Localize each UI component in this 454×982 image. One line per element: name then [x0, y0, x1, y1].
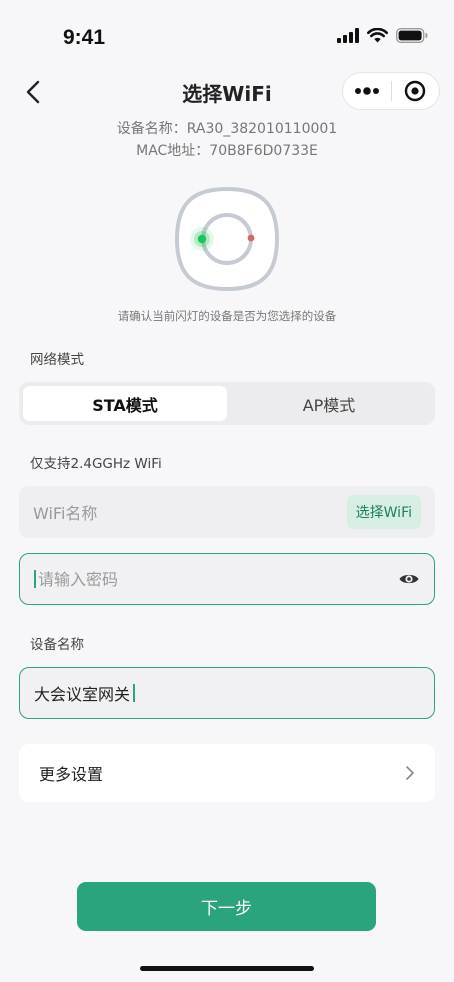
confirm-hint: 请确认当前闪灯的设备是否为您选择的设备: [117, 309, 337, 323]
device-info: 设备名称：RA30_382010110001 MAC地址：70B8F6D0733…: [0, 118, 454, 162]
network-mode-segmented-control: STA模式 AP模式: [19, 382, 435, 425]
password-field: [19, 553, 435, 605]
ap-mode-tab[interactable]: AP模式: [227, 386, 431, 421]
device-name-value: 大会议室网关: [34, 685, 131, 704]
device-illustration: [174, 186, 280, 292]
more-menu-button[interactable]: [343, 73, 391, 109]
wifi-name-field[interactable]: WiFi名称 选择WiFi: [19, 486, 435, 538]
mini-program-capsule: [342, 72, 440, 110]
text-caret: [34, 570, 36, 588]
red-led: [247, 234, 255, 242]
more-settings-label: 更多设置: [39, 765, 104, 784]
select-wifi-button[interactable]: 选择WiFi: [346, 495, 421, 529]
status-icons: [337, 28, 428, 43]
target-icon: [405, 80, 426, 102]
sta-mode-tab[interactable]: STA模式: [23, 386, 227, 421]
wifi-icon: [367, 28, 388, 43]
close-mini-program-button[interactable]: [392, 73, 440, 109]
home-indicator: [140, 966, 314, 971]
status-bar: 9:41: [0, 0, 454, 70]
eye-icon[interactable]: [398, 568, 420, 590]
more-settings-row[interactable]: 更多设置: [19, 744, 435, 802]
more-dots-icon: [354, 87, 379, 95]
battery-icon: [396, 28, 428, 43]
chevron-right-icon: [406, 766, 414, 780]
status-time: 9:41: [63, 26, 106, 49]
wifi-name-placeholder: WiFi名称: [33, 504, 98, 523]
mac-address-line: MAC地址：70B8F6D0733E: [136, 143, 318, 159]
device-name-field[interactable]: 大会议室网关: [19, 667, 435, 719]
password-input[interactable]: [38, 569, 398, 589]
nav-bar: 选择WiFi: [0, 70, 454, 114]
text-caret: [133, 684, 136, 702]
green-led: [197, 234, 207, 244]
next-step-button[interactable]: 下一步: [77, 882, 376, 931]
device-name-label: 设备名称: [30, 637, 84, 653]
device-name-line: 设备名称：RA30_382010110001: [116, 121, 338, 137]
signal-icon: [337, 28, 359, 43]
network-mode-label: 网络模式: [30, 352, 84, 368]
wifi-support-label: 仅支持2.4GGHz WiFi: [30, 456, 162, 472]
